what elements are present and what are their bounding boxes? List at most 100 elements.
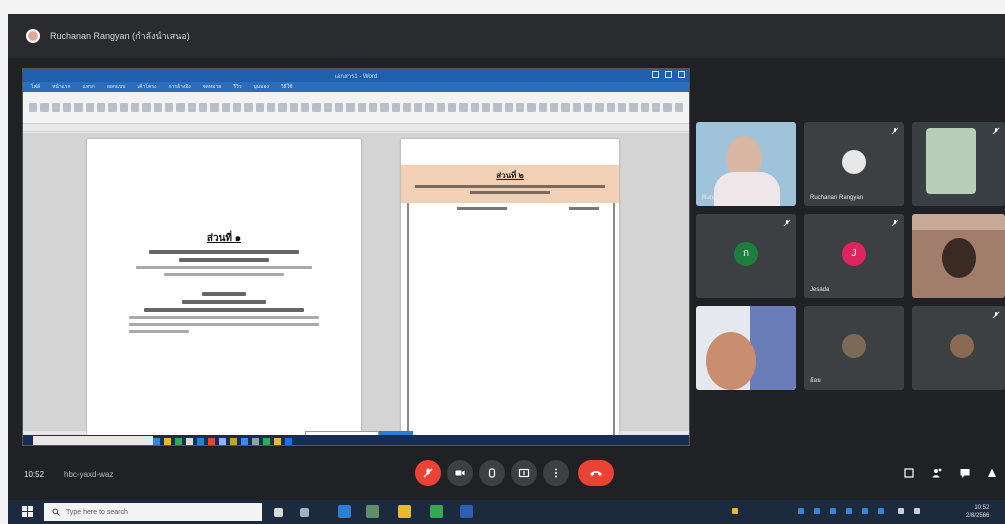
participant-tile[interactable]: ก [696, 214, 796, 298]
shared-taskbar-icon [285, 437, 292, 445]
ribbon-tab: ไฟล์ [31, 84, 41, 90]
chat-icon [960, 469, 970, 478]
tray-icon[interactable] [798, 508, 804, 514]
ribbon-button [164, 103, 174, 112]
ribbon-button [312, 103, 321, 112]
chrome-icon[interactable] [366, 505, 379, 518]
clock-time: 10:52 [974, 505, 990, 511]
widgets-icon[interactable] [300, 508, 309, 517]
participant-avatar: ก [734, 242, 758, 266]
close-icon [678, 71, 685, 78]
ribbon-button [516, 103, 525, 112]
participant-tile[interactable]: J Jesada [804, 214, 904, 298]
file-explorer-icon[interactable] [398, 505, 411, 518]
shared-taskbar-icon [263, 437, 270, 445]
participant-tile[interactable] [912, 306, 1005, 390]
tray-icon[interactable] [862, 508, 868, 514]
page2-heading: ส่วนที่ ๒ [496, 171, 524, 180]
search-icon [52, 508, 60, 516]
shared-screen-word: เอกสาร1 - Word ไฟล์ หน้าแรก แทรก ออกแบบ … [22, 68, 690, 446]
mic-toggle-button[interactable] [415, 460, 441, 486]
app-icon[interactable] [430, 505, 443, 518]
tray-icon[interactable] [814, 508, 820, 514]
ribbon-button [289, 103, 298, 112]
tray-icon[interactable] [830, 508, 836, 514]
leave-call-button[interactable] [578, 460, 614, 486]
participant-tile[interactable]: Rungnapha P. [696, 122, 796, 206]
participant-tile[interactable]: อ้อย [804, 306, 904, 390]
present-screen-icon [518, 468, 530, 478]
meeting-details-button[interactable] [900, 464, 918, 482]
ribbon-button [391, 103, 400, 112]
participant-tile[interactable] [696, 306, 796, 390]
participant-video [706, 332, 756, 390]
mic-off-icon [891, 219, 899, 227]
more-options-button[interactable] [543, 460, 569, 486]
window-controls [652, 71, 685, 78]
mic-off-icon [783, 219, 791, 227]
ribbon-button [448, 103, 457, 112]
ribbon-tab: หน้าแรก [52, 84, 71, 90]
table-header-cell [569, 207, 599, 210]
raise-hand-button[interactable] [479, 460, 505, 486]
ribbon-button [108, 103, 117, 112]
volume-icon[interactable] [914, 508, 920, 514]
clock-date: 2/8/2566 [966, 513, 990, 519]
ribbon-button [142, 103, 151, 112]
participant-tile[interactable]: Ruchanan Rangyan [804, 122, 904, 206]
tray-icon[interactable] [846, 508, 852, 514]
shared-taskbar-icon [241, 437, 248, 445]
taskbar-search-box[interactable]: Type here to search [44, 503, 262, 521]
participant-tile[interactable] [912, 214, 1005, 298]
people-button[interactable] [928, 464, 946, 482]
document-area: ส่วนที่ ๑ ส่วนที่ ๒ [23, 133, 689, 435]
text-line [136, 266, 312, 269]
ribbon-button [504, 103, 514, 112]
mic-off-icon [891, 127, 899, 135]
screen: Ruchanan Rangyan (กำลังนำเสนอ) เอกสาร1 -… [8, 14, 1005, 524]
word-app-icon[interactable] [460, 505, 473, 518]
chat-button[interactable] [956, 464, 974, 482]
ribbon-button [176, 103, 185, 112]
ribbon-button [629, 103, 638, 112]
shared-taskbar-icon [186, 437, 193, 445]
present-button[interactable] [511, 460, 537, 486]
ribbon-button [470, 103, 480, 112]
participant-video [912, 214, 1005, 230]
ribbon-button [482, 103, 491, 112]
ribbon-button [85, 103, 94, 112]
tray-icon[interactable] [878, 508, 884, 514]
tray-icon[interactable] [732, 508, 738, 514]
ribbon-button [459, 103, 468, 112]
participant-tile[interactable] [912, 122, 1005, 206]
ribbon-button [561, 103, 570, 112]
task-view-icon[interactable] [274, 508, 283, 517]
taskbar-clock[interactable]: 10:52 2/8/2566 [966, 504, 989, 520]
ribbon-button [652, 103, 661, 112]
shared-taskbar-icon [219, 437, 226, 445]
participant-avatar [950, 334, 974, 358]
ribbon-button [663, 103, 672, 112]
participant-name: Jesada [810, 287, 830, 293]
ribbon-button [334, 103, 344, 112]
shared-taskbar-icon [252, 437, 259, 445]
windows-start-icon[interactable] [22, 506, 33, 517]
ribbon-button [187, 103, 196, 112]
ribbon-button [153, 103, 162, 112]
ribbon-button [278, 103, 287, 112]
ribbon-tab: จดหมาย [202, 84, 222, 90]
shared-taskbar-icon [274, 437, 281, 445]
activities-button[interactable] [983, 464, 1001, 482]
ribbon-button [595, 103, 604, 112]
network-icon[interactable] [898, 508, 904, 514]
text-line [149, 250, 299, 254]
participant-name: อ้อย [810, 378, 821, 384]
participant-name: Ruchanan Rangyan [810, 195, 864, 201]
ribbon-button [380, 103, 389, 112]
participant-video [942, 238, 976, 278]
ribbon-button [436, 103, 446, 112]
ribbon-button [493, 103, 502, 112]
edge-icon[interactable] [338, 505, 351, 518]
camera-toggle-button[interactable] [447, 460, 473, 486]
text-line [415, 185, 605, 188]
